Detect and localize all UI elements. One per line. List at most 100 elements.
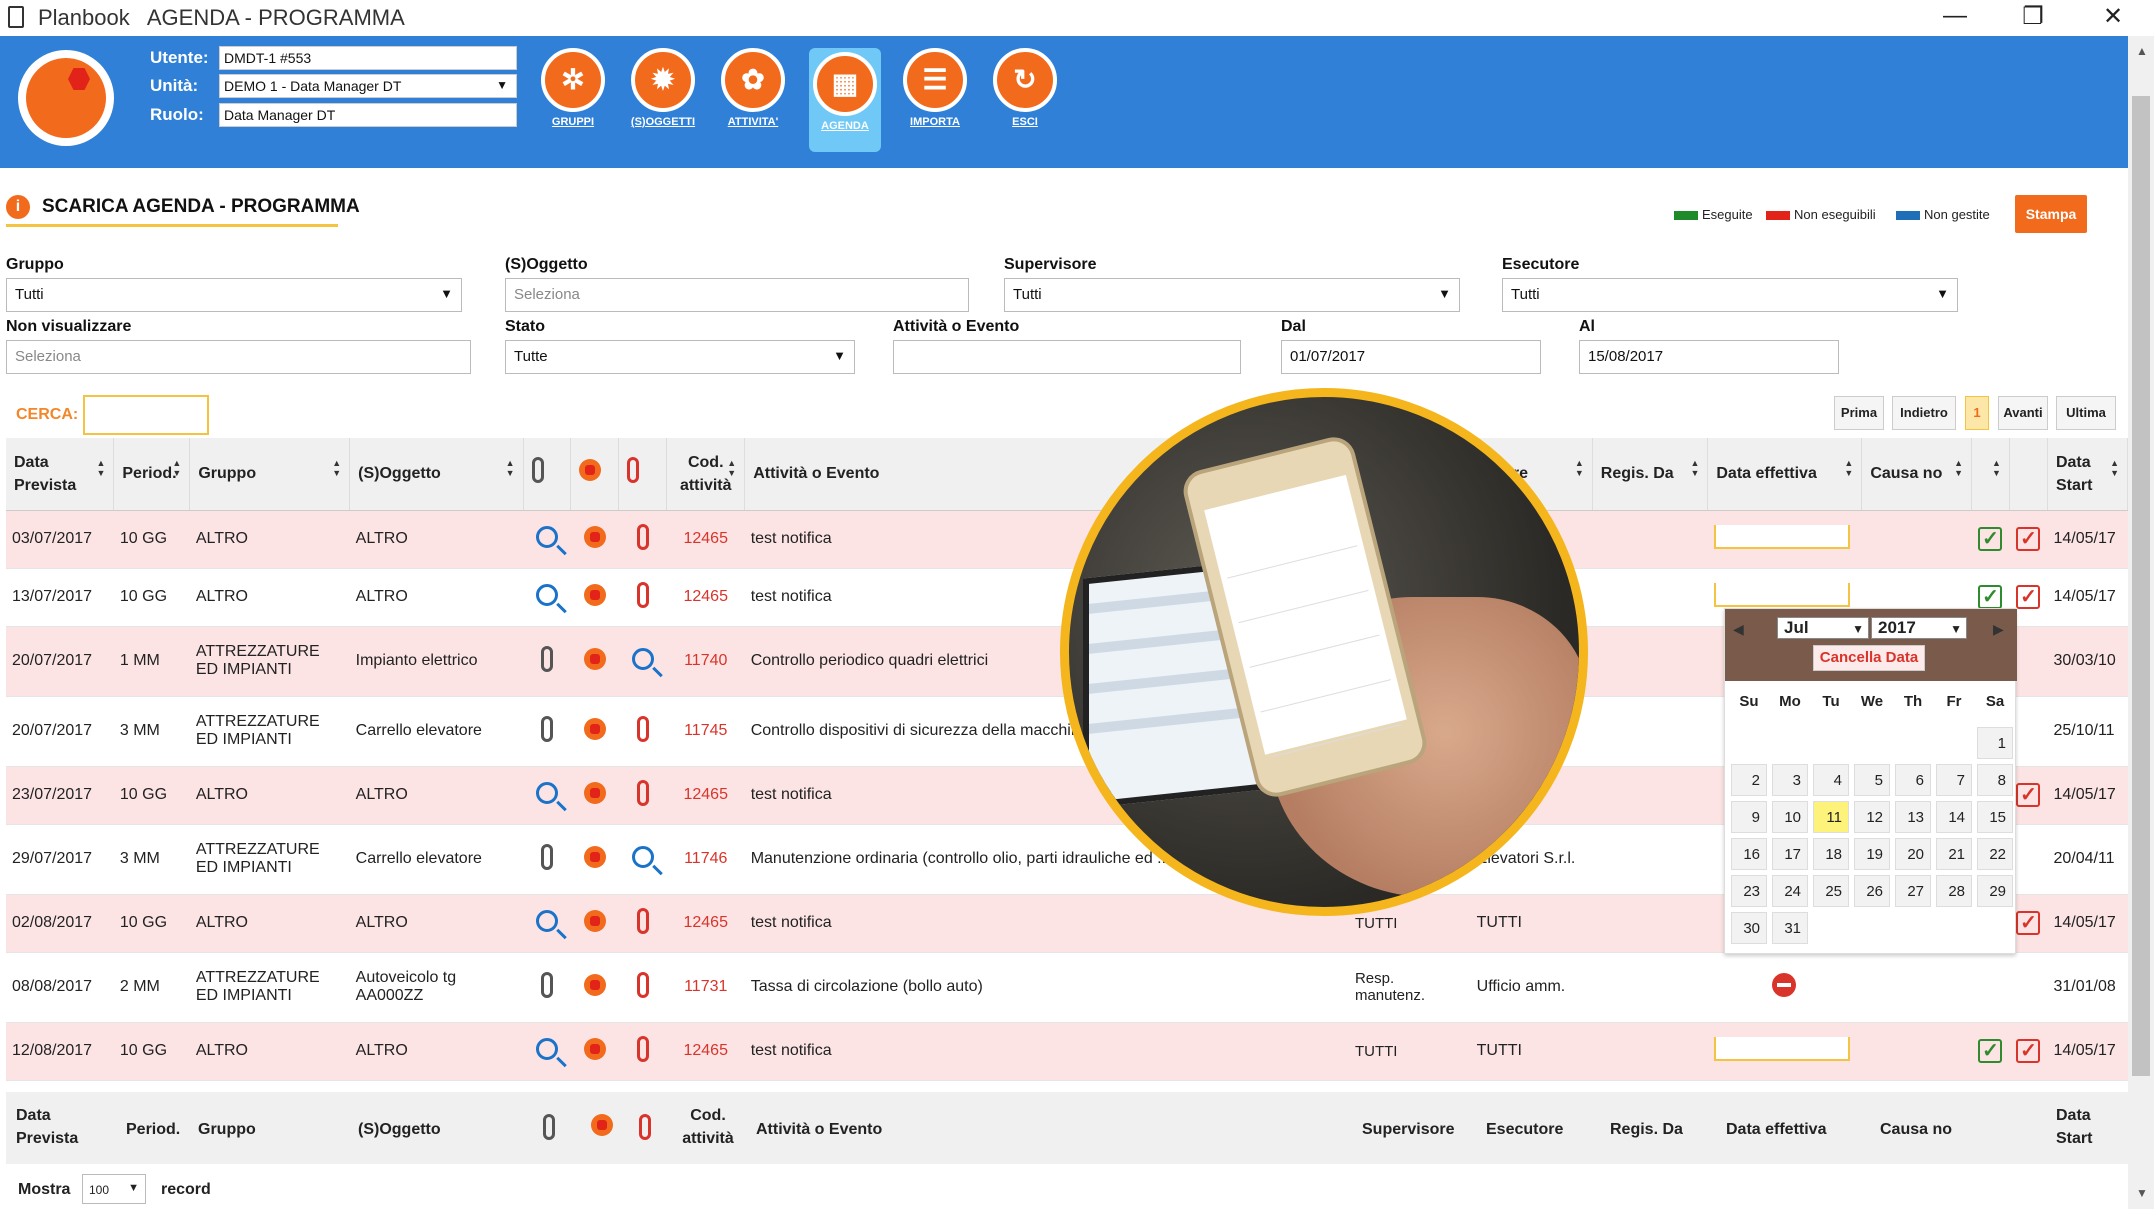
cell-cod-attivita[interactable]: 12465 <box>666 766 745 825</box>
paperclip-red-icon[interactable] <box>636 779 649 806</box>
cell-cod-attivita[interactable]: 11745 <box>666 696 745 767</box>
table-row[interactable]: 08/08/2017 2 MM ATTREZZATURE ED IMPIANTI Au… <box>6 952 2128 1023</box>
cell-icon-3[interactable] <box>618 766 667 825</box>
cell-icon-1[interactable] <box>523 952 571 1023</box>
cell-icon-3[interactable] <box>618 824 667 895</box>
calendar-day[interactable]: 13 <box>1895 801 1931 833</box>
calendar-day[interactable]: 19 <box>1854 838 1890 870</box>
cell-icon-3[interactable] <box>618 696 667 767</box>
cell-icon-3[interactable] <box>618 952 667 1023</box>
maximize-button[interactable]: ❐ <box>2013 2 2053 31</box>
calendar-day[interactable]: 6 <box>1895 764 1931 796</box>
nav-importa[interactable]: ☰ IMPORTA <box>899 48 971 138</box>
scrollbar-thumb[interactable] <box>2132 96 2150 1076</box>
calendar-day[interactable]: 12 <box>1854 801 1890 833</box>
cell-icon-1[interactable] <box>523 1022 571 1081</box>
calendar-day[interactable]: 14 <box>1936 801 1972 833</box>
puzzle-icon[interactable] <box>583 781 606 804</box>
paperclip-red-icon[interactable] <box>636 581 649 608</box>
cell-icon-3[interactable] <box>618 510 667 569</box>
check-green-icon[interactable]: ✓ <box>1978 1039 2003 1063</box>
col-data-effettiva[interactable]: Data effettiva <box>1707 438 1863 511</box>
calendar-day[interactable]: 10 <box>1772 801 1808 833</box>
non-visualizzare-input[interactable]: Seleziona <box>6 340 471 374</box>
paperclip-red-icon[interactable] <box>636 1035 649 1062</box>
zoom-icon[interactable] <box>536 1037 559 1060</box>
data-effettiva-input[interactable] <box>1713 582 1850 607</box>
puzzle-icon[interactable] <box>583 647 606 670</box>
calendar-day[interactable]: 5 <box>1854 764 1890 796</box>
puzzle-icon[interactable] <box>583 583 606 606</box>
zoom-icon[interactable] <box>631 647 654 670</box>
pager-next-button[interactable]: Avanti <box>1998 396 2048 430</box>
zoom-icon[interactable] <box>536 781 559 804</box>
cell-icon-2[interactable] <box>570 824 619 895</box>
col-oggetto[interactable]: (S)Oggetto <box>349 438 524 511</box>
dal-date-input[interactable]: 01/07/2017 <box>1281 340 1541 374</box>
next-month-icon[interactable]: ▶ <box>1993 621 2004 638</box>
unita-select[interactable]: DEMO 1 - Data Manager DT ▼ <box>219 74 517 98</box>
table-row[interactable]: 03/07/2017 10 GG ALTRO ALTRO 12465 test notif… <box>6 510 2128 569</box>
check-green-icon[interactable]: ✓ <box>1978 585 2003 609</box>
nav-gruppi[interactable]: ✲ GRUPPI <box>537 48 609 138</box>
calendar-day[interactable]: 30 <box>1731 912 1767 944</box>
attivita-input[interactable] <box>893 340 1241 374</box>
cell-icon-2[interactable] <box>570 568 619 627</box>
paperclip-red-icon[interactable] <box>636 715 649 742</box>
page-size-select[interactable]: 100 ▼ <box>82 1174 146 1204</box>
cell-cod-attivita[interactable]: 12465 <box>666 894 745 953</box>
paperclip-red-icon[interactable] <box>636 971 649 998</box>
cell-icon-3[interactable] <box>618 568 667 627</box>
check-red-icon[interactable]: ✓ <box>2016 783 2041 807</box>
puzzle-icon[interactable] <box>583 845 606 868</box>
table-row[interactable]: 12/08/2017 10 GG ALTRO ALTRO 12465 test notif… <box>6 1022 2128 1081</box>
calendar-day[interactable]: 28 <box>1936 875 1972 907</box>
calendar-day[interactable]: 16 <box>1731 838 1767 870</box>
cell-cod-attivita[interactable]: 12465 <box>666 510 745 569</box>
minimize-button[interactable]: — <box>1935 2 1975 30</box>
paperclip-icon[interactable] <box>541 971 554 998</box>
nav-attivita[interactable]: ✿ ATTIVITA' <box>717 48 789 138</box>
check-red-icon[interactable]: ✓ <box>2016 585 2041 609</box>
puzzle-icon[interactable] <box>583 1037 606 1060</box>
calendar-day[interactable]: 18 <box>1813 838 1849 870</box>
calendar-day[interactable]: 2 <box>1731 764 1767 796</box>
paperclip-red-icon[interactable] <box>636 907 649 934</box>
vertical-scrollbar[interactable]: ▲ ▼ <box>2128 36 2154 1209</box>
calendar-day[interactable]: 26 <box>1854 875 1890 907</box>
calendar-day[interactable]: 27 <box>1895 875 1931 907</box>
pager-current-page[interactable]: 1 <box>1965 396 1989 430</box>
calendar-day[interactable]: 25 <box>1813 875 1849 907</box>
col-regis-da[interactable]: Regis. Da <box>1592 438 1709 511</box>
cell-icon-1[interactable] <box>523 766 571 825</box>
paperclip-icon[interactable] <box>541 715 554 742</box>
data-effettiva-input[interactable] <box>1713 1036 1850 1061</box>
cell-icon-2[interactable] <box>570 626 619 697</box>
cell-cod-attivita[interactable]: 11731 <box>666 952 745 1023</box>
calendar-day[interactable]: 3 <box>1772 764 1808 796</box>
col-cod-attivita[interactable]: Cod. attività <box>666 438 746 511</box>
zoom-icon[interactable] <box>536 909 559 932</box>
nav-agenda[interactable]: ▦ AGENDA <box>809 48 881 152</box>
calendar-day[interactable]: 31 <box>1772 912 1808 944</box>
check-green-icon[interactable]: ✓ <box>1978 527 2003 551</box>
calendar-day[interactable]: 24 <box>1772 875 1808 907</box>
cell-icon-2[interactable] <box>570 766 619 825</box>
cell-icon-2[interactable] <box>570 696 619 767</box>
paperclip-red-icon[interactable] <box>636 523 649 550</box>
zoom-icon[interactable] <box>631 845 654 868</box>
supervisore-select[interactable]: Tutti ▼ <box>1004 278 1460 312</box>
pager-prev-button[interactable]: Indietro <box>1892 396 1956 430</box>
nav-oggetti[interactable]: ✹ (S)OGGETTI <box>627 48 699 138</box>
gruppo-select[interactable]: Tutti ▼ <box>6 278 462 312</box>
calendar-day[interactable]: 17 <box>1772 838 1808 870</box>
oggetto-input[interactable]: Seleziona <box>505 278 969 312</box>
calendar-day[interactable]: 23 <box>1731 875 1767 907</box>
col-causa-no[interactable]: Causa no <box>1861 438 1972 511</box>
calendar-day[interactable]: 21 <box>1936 838 1972 870</box>
cell-cod-attivita[interactable]: 11746 <box>666 824 745 895</box>
calendar-day[interactable]: 11 <box>1813 801 1849 833</box>
calendar-day[interactable]: 22 <box>1977 838 2013 870</box>
cell-icon-3[interactable] <box>618 1022 667 1081</box>
zoom-icon[interactable] <box>536 525 559 548</box>
